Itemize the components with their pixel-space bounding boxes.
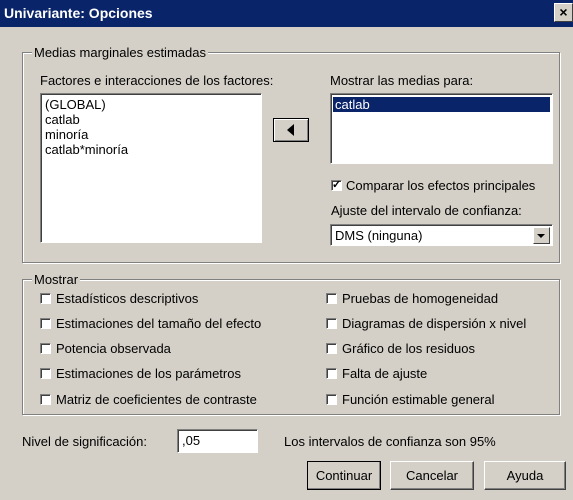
confidence-interval-info: Los intervalos de confianza son 95% [284,434,496,449]
homogeneity-tests-checkbox[interactable] [326,293,337,304]
factors-listbox[interactable]: (GLOBAL) catlab minoría catlab*minoría [40,93,262,243]
show-means-listbox[interactable]: catlab [330,93,553,164]
significance-label: Nivel de significación: [22,434,148,449]
list-item[interactable]: (GLOBAL) [43,97,259,112]
spread-level-label[interactable]: Diagramas de dispersión x nivel [342,316,526,331]
residual-plot-checkbox[interactable] [326,343,337,354]
effect-size-label[interactable]: Estimaciones del tamaño del efecto [56,316,261,331]
show-means-label: Mostrar las medias para: [330,73,474,88]
checkmark-icon: ✓ [332,179,342,191]
title-bar: Univariante: Opciones × [0,0,573,27]
descriptive-stats-checkbox[interactable] [40,293,51,304]
window-title: Univariante: Opciones [4,5,153,21]
list-item[interactable]: catlab*minoría [43,142,259,157]
significance-input[interactable]: ,05 [177,429,258,453]
list-item[interactable]: catlab [43,112,259,127]
ci-adjust-dropdown-button[interactable] [533,227,550,244]
cancel-button[interactable]: Cancelar [390,461,474,490]
spread-level-checkbox[interactable] [326,318,337,329]
left-arrow-icon [287,124,294,136]
compare-effects-checkbox[interactable]: ✓ [331,180,342,191]
compare-effects-label[interactable]: Comparar los efectos principales [346,178,535,193]
emm-legend: Medias marginales estimadas [32,45,208,60]
contrast-matrix-label[interactable]: Matriz de coeficientes de contraste [56,392,257,407]
observed-power-label[interactable]: Potencia observada [56,341,171,356]
ci-adjust-value: DMS (ninguna) [335,228,423,243]
residual-plot-label[interactable]: Gráfico de los residuos [342,341,475,356]
close-button[interactable]: × [554,3,573,22]
effect-size-checkbox[interactable] [40,318,51,329]
contrast-matrix-checkbox[interactable] [40,394,51,405]
lack-of-fit-label[interactable]: Falta de ajuste [342,366,427,381]
general-estimable-function-label[interactable]: Función estimable general [342,392,494,407]
display-legend: Mostrar [32,272,81,287]
ci-adjust-label: Ajuste del intervalo de confianza: [331,203,522,218]
general-estimable-function-checkbox[interactable] [326,394,337,405]
move-to-means-button[interactable] [273,118,309,142]
factors-label: Factores e interacciones de los factores… [40,73,274,88]
parameter-estimates-checkbox[interactable] [40,368,51,379]
help-button[interactable]: Ayuda [484,461,566,490]
list-item[interactable]: catlab [333,97,550,112]
descriptive-stats-label[interactable]: Estadísticos descriptivos [56,291,198,306]
ci-adjust-select[interactable]: DMS (ninguna) [330,224,553,246]
observed-power-checkbox[interactable] [40,343,51,354]
chevron-down-icon [537,234,545,238]
continue-button[interactable]: Continuar [307,461,381,490]
lack-of-fit-checkbox[interactable] [326,368,337,379]
parameter-estimates-label[interactable]: Estimaciones de los parámetros [56,366,241,381]
homogeneity-tests-label[interactable]: Pruebas de homogeneidad [342,291,498,306]
close-icon: × [559,4,568,20]
list-item[interactable]: minoría [43,127,259,142]
